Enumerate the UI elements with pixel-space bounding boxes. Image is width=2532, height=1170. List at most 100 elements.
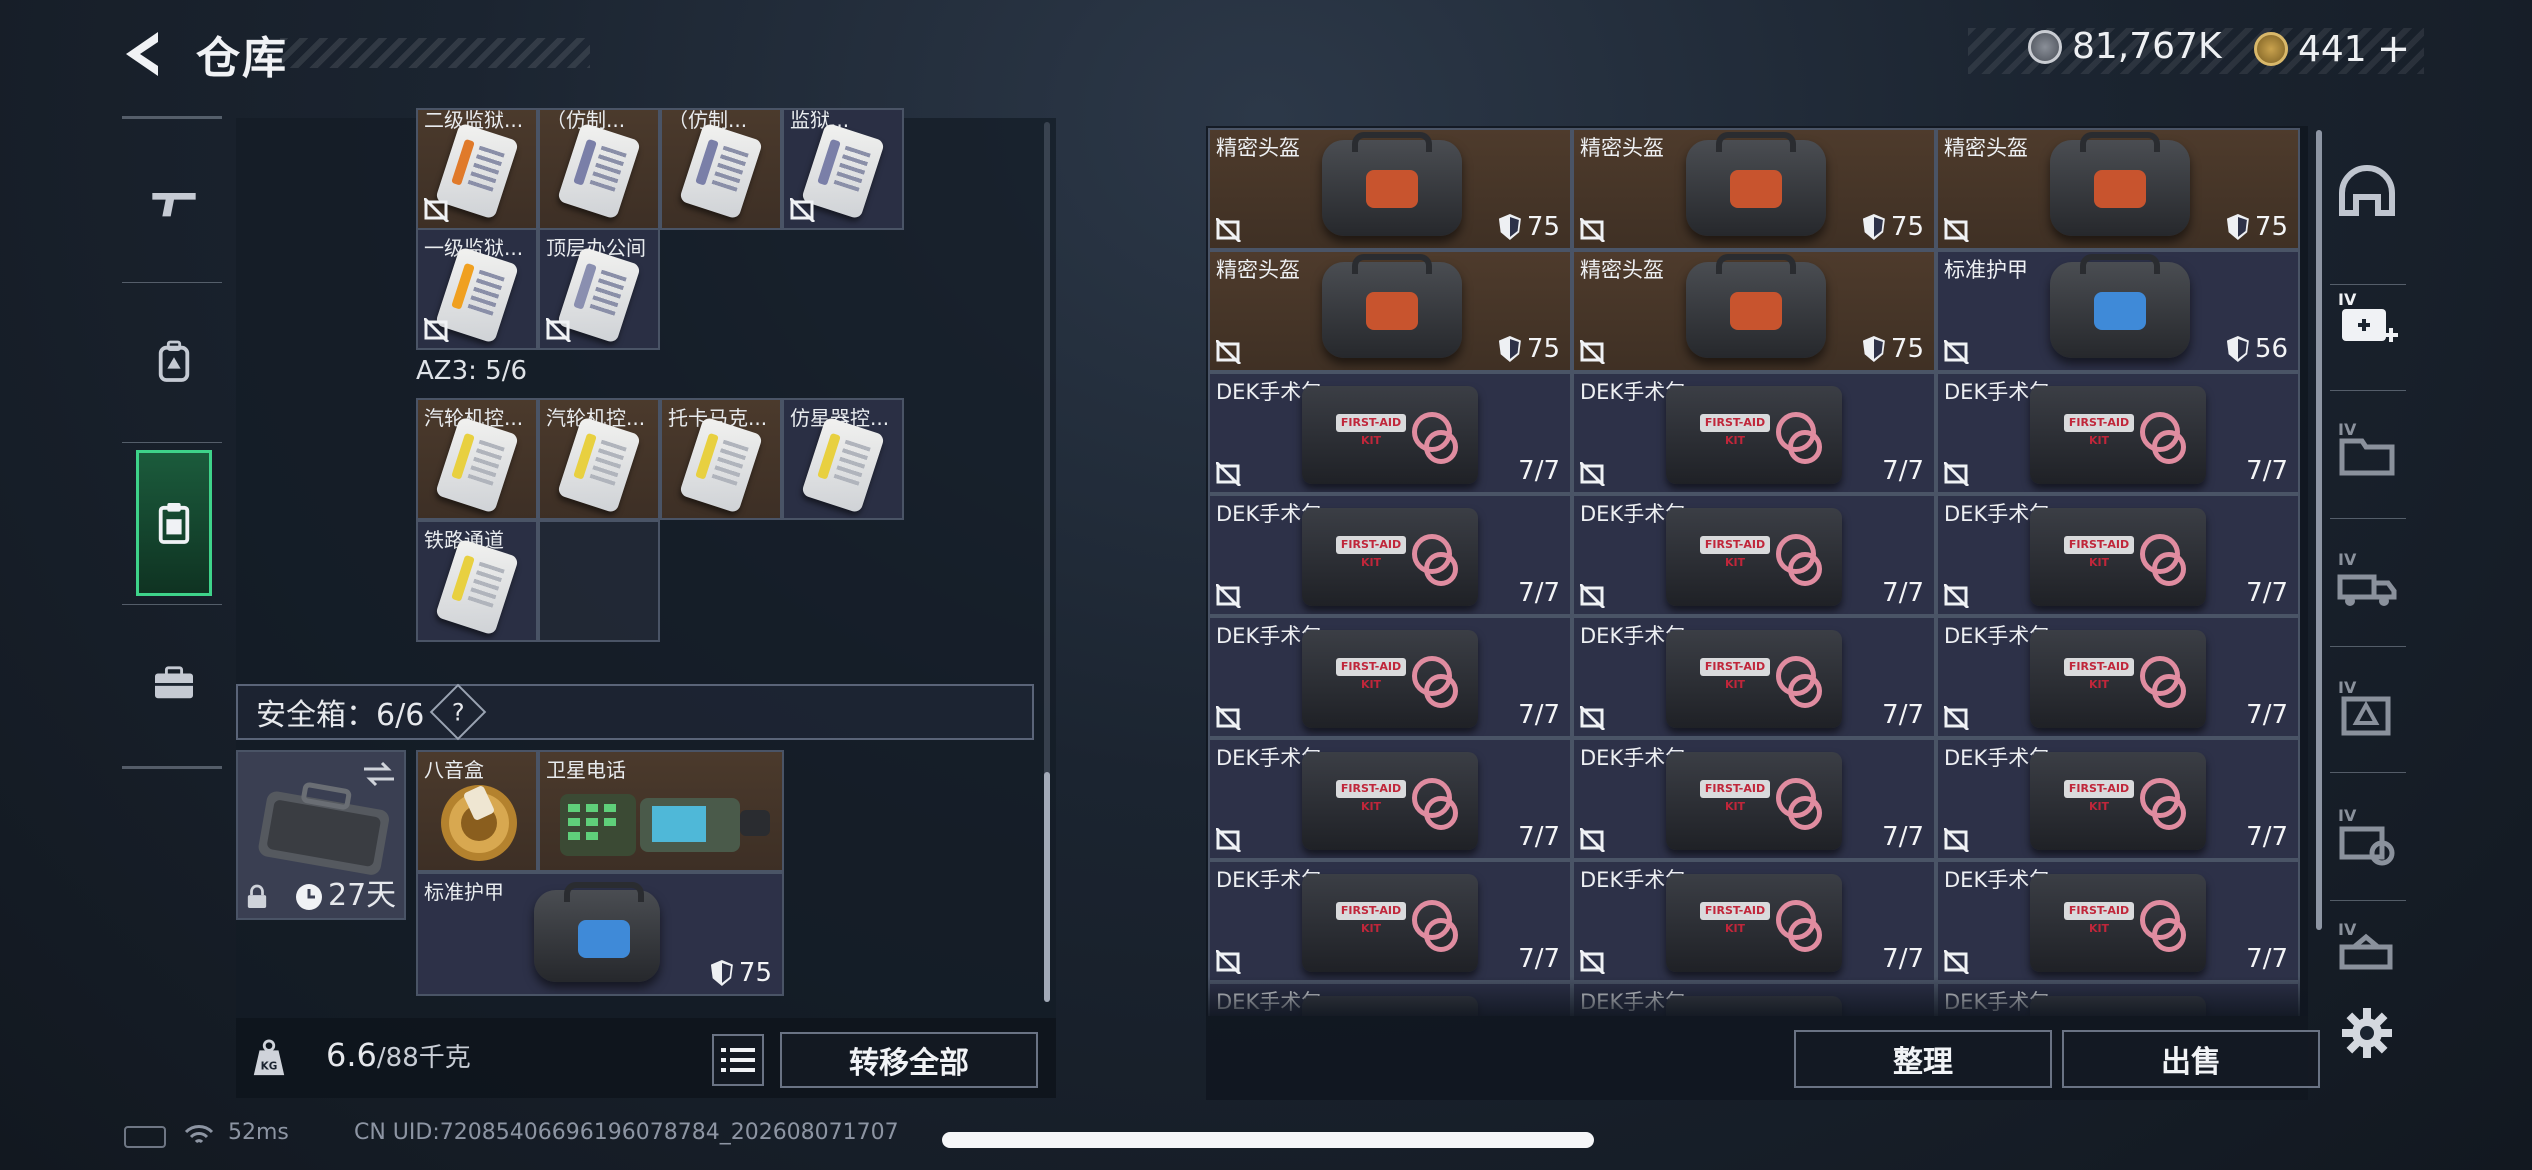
key-card-slot[interactable]: （仿制... <box>660 108 782 230</box>
inventory-item-helmet[interactable]: 精密头盔 75 <box>1208 128 1572 250</box>
inventory-item-helmet[interactable]: 精密头盔 75 <box>1936 128 2300 250</box>
scissor-icon <box>1788 430 1822 464</box>
category-weapons[interactable] <box>136 160 212 246</box>
item-name: 精密头盔 <box>1580 136 1664 160</box>
kg-weight-icon: KG <box>253 1039 285 1076</box>
medkit-add-icon: IV <box>2338 290 2398 342</box>
satellite-phone-icon <box>560 794 770 856</box>
inventory-item-kit[interactable]: DEK手术包 FIRST-AID KIT 7/7 <box>1572 860 1936 982</box>
shield-icon <box>1498 336 1521 362</box>
weight-current: 6.6 <box>326 1036 377 1074</box>
inventory-item-kit[interactable]: DEK手术包 FIRST-AID KIT 7/7 <box>1572 616 1936 738</box>
inventory-item-kit[interactable]: DEK手术包 FIRST-AID KIT 7/7 <box>1572 372 1936 494</box>
filter-vehicles[interactable]: IV <box>2326 534 2408 626</box>
inventory-item-helmet[interactable]: 精密头盔 75 <box>1572 250 1936 372</box>
category-tools[interactable] <box>136 640 212 726</box>
key-card-slot[interactable]: 顶层办公间 <box>538 228 660 350</box>
home-indicator[interactable] <box>942 1132 1594 1148</box>
ping-readout: 52ms <box>228 1120 289 1145</box>
inventory-scrollbar[interactable] <box>2316 130 2322 930</box>
item-value: 75 <box>1862 334 1924 364</box>
inventory-item-kit[interactable]: DEK手术包 FIRST-AID KIT 7/7 <box>1208 738 1572 860</box>
safe-box-container[interactable]: 27天 <box>236 750 406 920</box>
no-sell-icon <box>1216 340 1242 364</box>
stash-scroll-thumb[interactable] <box>1044 772 1050 1002</box>
key-card-slot[interactable]: 汽轮机控... <box>538 398 660 520</box>
key-card-icon <box>556 122 642 220</box>
no-sell-icon <box>1944 950 1970 974</box>
shield-icon <box>710 960 733 986</box>
key-card-slot[interactable]: 铁路通道 <box>416 520 538 642</box>
item-value-text: 7/7 <box>2246 700 2288 730</box>
inventory-item-kit[interactable]: DEK手术包 FIRST-AID KIT 7/7 <box>1208 616 1572 738</box>
gold-currency[interactable]: 441 + <box>2254 26 2410 72</box>
music-box-slot[interactable]: 八音盒 <box>416 750 538 872</box>
first-aid-kit-icon: FIRST-AID KIT <box>2030 752 2206 850</box>
inventory-item-kit[interactable]: DEK手术包 FIRST-AID KIT 7/7 <box>1936 494 2300 616</box>
item-value: 7/7 <box>1882 822 1924 852</box>
filter-documents[interactable]: IV <box>2326 404 2408 496</box>
category-equipment[interactable] <box>136 318 212 404</box>
inventory-item-helmet[interactable]: 精密头盔 75 <box>1208 250 1572 372</box>
item-value: 7/7 <box>1882 944 1924 974</box>
inventory-item-kit[interactable]: DEK手术包 FIRST-AID KIT 7/7 <box>1208 494 1572 616</box>
inventory-item-kit[interactable]: DEK手术包 FIRST-AID KIT 7/7 <box>1208 372 1572 494</box>
sort-button[interactable]: 整理 <box>1794 1030 2052 1088</box>
inventory-item-helmet[interactable]: 精密头盔 75 <box>1572 128 1936 250</box>
no-sell-icon <box>1580 584 1606 608</box>
inventory-item-kit[interactable]: DEK手术包 FIRST-AID KIT 7/7 <box>1572 738 1936 860</box>
svg-text:IV: IV <box>2338 806 2357 825</box>
filter-helmet[interactable] <box>2326 150 2408 242</box>
scissor-icon <box>1424 796 1458 830</box>
inventory-item-armor[interactable]: 标准护甲 56 <box>1936 250 2300 372</box>
item-value-text: 75 <box>1526 212 1560 242</box>
help-button[interactable]: ? <box>429 683 487 741</box>
item-value: 7/7 <box>1882 456 1924 486</box>
inventory-item-kit[interactable]: DEK手术包 FIRST-AID KIT 7/7 <box>1936 372 2300 494</box>
svg-text:IV: IV <box>2338 550 2357 569</box>
key-card-slot[interactable]: 仿星器控... <box>782 398 904 520</box>
back-button[interactable] <box>118 26 170 82</box>
list-view-button[interactable] <box>712 1034 764 1086</box>
inventory-item-kit[interactable]: DEK手术包 FIRST-AID KIT 7/7 <box>1572 494 1936 616</box>
inventory-item-kit[interactable]: DEK手术包 FIRST-AID KIT 7/7 <box>1936 616 2300 738</box>
key-card-slot[interactable]: 一级监狱... <box>416 228 538 350</box>
item-value-text: 7/7 <box>1882 456 1924 486</box>
standard-armor-slot[interactable]: 标准护甲 75 <box>416 872 784 996</box>
key-card-slot[interactable]: 汽轮机控... <box>416 398 538 520</box>
scissor-icon <box>1788 918 1822 952</box>
scissor-icon <box>2152 552 2186 586</box>
filter-misc[interactable]: IV <box>2326 920 2408 980</box>
swap-icon[interactable] <box>362 760 396 788</box>
silver-currency[interactable]: 81,767K <box>2028 26 2222 67</box>
no-sell-icon <box>1944 706 1970 730</box>
truck-icon: IV <box>2337 550 2397 606</box>
settings-button[interactable] <box>2340 1006 2394 1060</box>
kit-tag: FIRST-AID KIT <box>2064 414 2134 447</box>
no-sell-icon <box>1580 340 1606 364</box>
item-name: 精密头盔 <box>1216 258 1300 282</box>
inventory-item-kit[interactable]: DEK手术包 FIRST-AID KIT 7/7 <box>1936 860 2300 982</box>
gold-add-button[interactable]: + <box>2377 26 2411 72</box>
key-card-slot[interactable]: （仿制... <box>538 108 660 230</box>
empty-slot[interactable] <box>538 520 660 642</box>
item-value: 7/7 <box>2246 944 2288 974</box>
gear-icon <box>2342 1008 2392 1058</box>
key-card-slot[interactable]: 二级监狱... <box>416 108 538 230</box>
inventory-scroll-thumb[interactable] <box>2316 130 2322 930</box>
stash-scrollbar[interactable] <box>1044 122 1050 1002</box>
category-storage[interactable] <box>136 450 212 596</box>
key-card-slot[interactable]: 托卡马克... <box>660 398 782 520</box>
no-sell-icon <box>1580 218 1606 242</box>
filter-parts[interactable]: IV <box>2326 790 2408 882</box>
sell-button[interactable]: 出售 <box>2062 1030 2320 1088</box>
key-card-slot[interactable]: 监狱... <box>782 108 904 230</box>
inventory-item-kit[interactable]: DEK手术包 FIRST-AID KIT 7/7 <box>1208 860 1572 982</box>
item-value-text: 7/7 <box>1882 700 1924 730</box>
transfer-all-button[interactable]: 转移全部 <box>780 1032 1038 1088</box>
filter-medical[interactable]: IV <box>2326 274 2408 366</box>
satellite-phone-slot[interactable]: 卫星电话 <box>538 750 784 872</box>
filter-supplies[interactable]: IV <box>2326 662 2408 754</box>
inventory-item-kit[interactable]: DEK手术包 FIRST-AID KIT 7/7 <box>1936 738 2300 860</box>
scroll-fade <box>1206 976 2308 1016</box>
